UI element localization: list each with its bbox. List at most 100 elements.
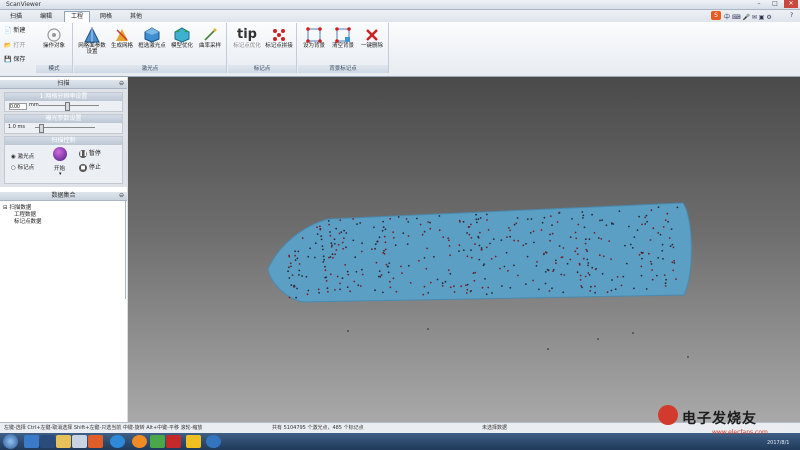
select-laser-button[interactable]: 框选激光点 bbox=[138, 27, 166, 49]
marker-dot bbox=[671, 261, 674, 264]
taskbar-green-icon[interactable] bbox=[150, 435, 165, 448]
taskbar-yellow-icon[interactable] bbox=[186, 435, 201, 448]
group-bg-markers-label: 背景标记点 bbox=[298, 65, 388, 73]
marker-dot bbox=[397, 216, 400, 218]
taskbar-firefox-icon[interactable] bbox=[132, 435, 147, 448]
radio-marker[interactable]: ○ 标记点 bbox=[11, 163, 34, 171]
set-background-button[interactable]: 设为背景 bbox=[300, 27, 328, 49]
marker-dot bbox=[554, 259, 557, 262]
operate-object-button[interactable]: 操作对象 bbox=[40, 27, 68, 49]
mesh-params-button[interactable]: 网格面参数设置 bbox=[78, 27, 106, 55]
marker-dot bbox=[316, 233, 319, 236]
marker-dot bbox=[328, 223, 331, 226]
marker-dot bbox=[381, 229, 384, 232]
clear-background-button[interactable]: 清空背景 bbox=[329, 27, 357, 49]
marker-dot bbox=[322, 255, 325, 258]
tab-scan[interactable]: 扫描 bbox=[4, 12, 28, 22]
scan-model[interactable] bbox=[128, 77, 800, 422]
exposure-slider-thumb[interactable] bbox=[39, 124, 44, 133]
marker-dot bbox=[475, 213, 477, 216]
group-laser: 网格面参数设置 生成网格 框选激光点 模型优化 曲率采样 激光点 bbox=[74, 23, 227, 73]
radio-laser[interactable]: ◉ 激光点 bbox=[11, 152, 34, 160]
marker-dot bbox=[380, 274, 383, 276]
data-collapse-icon[interactable]: ⊖ bbox=[119, 192, 124, 200]
input-tools-icon[interactable]: 中 ⌨ 🎤 ✉ ▣ ⚙ bbox=[724, 12, 772, 21]
taskbar-folder-icon[interactable] bbox=[56, 435, 71, 448]
sogou-icon[interactable]: S bbox=[711, 11, 721, 20]
taskbar-blue-icon[interactable] bbox=[206, 435, 221, 448]
generate-mesh-label: 生成网格 bbox=[110, 43, 133, 49]
marker-dot bbox=[334, 253, 336, 256]
start-button[interactable] bbox=[3, 434, 18, 449]
marker-dot bbox=[355, 270, 358, 273]
marker-dot bbox=[290, 284, 293, 286]
tab-edit[interactable]: 编辑 bbox=[34, 12, 58, 22]
marker-dot bbox=[481, 286, 484, 289]
marker-dot bbox=[610, 289, 613, 292]
delete-all-button[interactable]: 一键删除 bbox=[358, 27, 386, 49]
marker-dot bbox=[436, 278, 439, 281]
marker-dot bbox=[427, 292, 430, 294]
marker-optimize-button[interactable]: tip 标记点优化 bbox=[231, 27, 263, 49]
marker-dot bbox=[601, 219, 603, 222]
radio-marker-label: 标记点 bbox=[17, 165, 35, 171]
marker-dot bbox=[385, 263, 388, 266]
marker-dot bbox=[449, 254, 451, 257]
marker-dot bbox=[421, 233, 424, 236]
marker-dot bbox=[620, 284, 623, 287]
marker-dot bbox=[549, 239, 551, 242]
marker-dot bbox=[668, 237, 671, 239]
start-scan-button[interactable] bbox=[53, 147, 67, 161]
marker-dot bbox=[556, 221, 559, 223]
marker-dot bbox=[306, 293, 309, 296]
marker-dot bbox=[507, 269, 509, 272]
pause-button[interactable]: ❚❚ 暂停 bbox=[79, 148, 101, 158]
tree-item-markers[interactable]: 标记点数据 bbox=[14, 217, 42, 225]
marker-dot bbox=[582, 257, 585, 260]
collapse-icon[interactable]: ⊖ bbox=[119, 80, 124, 88]
marker-dot bbox=[650, 263, 653, 265]
optimize-model-button[interactable]: 模型优化 bbox=[168, 27, 196, 49]
marker-dot bbox=[361, 273, 364, 276]
taskbar-office-icon[interactable] bbox=[88, 435, 103, 448]
exposure-slider-track[interactable] bbox=[35, 127, 95, 128]
group-mode: 操作对象 模式 bbox=[36, 23, 73, 73]
marker-dot bbox=[448, 245, 451, 247]
marker-dot bbox=[473, 279, 476, 282]
marker-dot bbox=[509, 229, 511, 232]
taskbar-app-icon[interactable] bbox=[40, 435, 55, 448]
taskbar-red-icon[interactable] bbox=[166, 435, 181, 448]
marker-dot bbox=[548, 290, 551, 292]
marker-dot bbox=[296, 257, 299, 260]
minimize-button[interactable]: – bbox=[752, 0, 766, 8]
stop-button[interactable]: ■ 停止 bbox=[79, 162, 101, 172]
new-button[interactable]: 📄 新建 bbox=[4, 27, 25, 35]
close-button[interactable]: ✕ bbox=[784, 0, 798, 8]
curvature-sample-button[interactable]: 曲率采样 bbox=[196, 27, 224, 49]
taskbar-explorer-icon[interactable] bbox=[72, 435, 87, 448]
resolution-input[interactable] bbox=[9, 103, 27, 110]
marker-stitch-button[interactable]: 标记点拼接 bbox=[263, 27, 295, 49]
radio-laser-label: 激光点 bbox=[17, 154, 35, 160]
taskbar-ie-icon[interactable] bbox=[24, 435, 39, 448]
save-button[interactable]: 💾 保存 bbox=[4, 56, 25, 64]
marker-dot bbox=[644, 223, 647, 225]
stop-icon: ■ bbox=[79, 164, 87, 172]
marker-dot bbox=[599, 219, 601, 222]
marker-dot bbox=[666, 212, 669, 215]
marker-dot bbox=[407, 264, 410, 267]
resolution-slider-thumb[interactable] bbox=[65, 102, 70, 111]
generate-mesh-button[interactable]: 生成网格 bbox=[108, 27, 136, 49]
marker-dot bbox=[591, 266, 594, 269]
marker-dot bbox=[616, 276, 619, 278]
marker-dot bbox=[505, 251, 508, 254]
sample-wand-icon bbox=[204, 28, 217, 41]
help-icon[interactable]: ? bbox=[790, 12, 793, 19]
maximize-button[interactable]: □ bbox=[768, 0, 782, 8]
open-button[interactable]: 📂 打开 bbox=[4, 42, 25, 50]
tab-mesh[interactable]: 网格 bbox=[94, 12, 118, 22]
start-dropdown-icon[interactable]: ▾ bbox=[59, 171, 62, 177]
3d-viewport[interactable] bbox=[128, 77, 800, 422]
tab-other[interactable]: 其他 bbox=[124, 12, 148, 22]
taskbar-k-icon[interactable] bbox=[110, 435, 125, 448]
